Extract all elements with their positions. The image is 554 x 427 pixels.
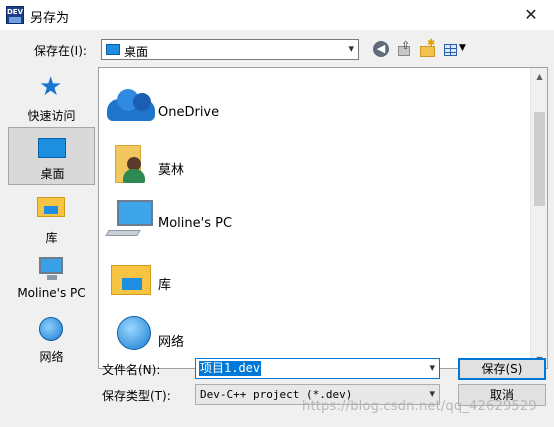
place-label: 桌面 (40, 167, 65, 181)
list-item-library[interactable]: 库 (105, 253, 525, 305)
place-library[interactable]: 库 (8, 193, 95, 245)
dev-cpp-app-icon: DEV (6, 6, 24, 24)
computer-icon (117, 200, 153, 226)
desktop-folder-icon (106, 44, 120, 55)
place-quick-access[interactable]: ★ 快速访问 (8, 71, 95, 127)
save-in-dropdown[interactable]: 桌面 ▾ (101, 39, 359, 60)
filename-input[interactable]: 项目1.dev ▾ (195, 358, 440, 379)
vertical-scrollbar[interactable]: ▲ ▼ (530, 68, 547, 368)
chevron-down-icon[interactable]: ▾ (429, 361, 435, 374)
chevron-down-icon[interactable]: ▾ (348, 42, 354, 55)
place-label: 快速访问 (27, 109, 76, 123)
onedrive-cloud-icon (107, 89, 155, 121)
place-this-pc[interactable]: Moline's PC (8, 253, 95, 303)
filename-value[interactable]: 项目1.dev (199, 361, 262, 376)
network-icon (39, 317, 63, 341)
save-button[interactable]: 保存(S) (458, 358, 546, 380)
list-item-onedrive[interactable]: OneDrive (105, 81, 525, 133)
library-icon (37, 197, 65, 217)
list-item-label: 莫林 (158, 163, 185, 178)
list-item-label: 网络 (158, 335, 185, 350)
scroll-up-icon[interactable]: ▲ (531, 68, 548, 85)
computer-icon (39, 257, 63, 280)
watermark-text: https://blog.csdn.net/qq_42629529 (302, 399, 537, 414)
place-label: Moline's PC (17, 286, 86, 300)
close-icon[interactable]: ✕ (508, 0, 554, 30)
window-title: 另存为 (30, 11, 70, 26)
place-desktop[interactable]: 桌面 (8, 127, 95, 185)
save-in-value: 桌面 (124, 45, 149, 59)
filetype-label: 保存类型(T): (102, 389, 171, 403)
view-menu-icon[interactable]: ▼ (443, 41, 473, 59)
list-item-label: Moline's PC (158, 216, 233, 231)
place-label: 网络 (39, 350, 64, 364)
place-network[interactable]: 网络 (8, 315, 95, 365)
list-item-label: 库 (158, 278, 172, 293)
new-folder-icon[interactable]: ✱ (419, 38, 437, 59)
list-item-this-pc[interactable]: Moline's PC (105, 196, 525, 248)
list-item-network[interactable]: 网络 (105, 310, 525, 362)
filename-label: 文件名(N): (102, 363, 161, 377)
file-list[interactable]: OneDrive 莫林 Moline's PC 库 网络 ▲ ▼ (98, 67, 548, 369)
network-icon (117, 316, 151, 350)
list-item-label: OneDrive (158, 105, 220, 120)
place-label: 库 (45, 231, 58, 245)
back-icon[interactable]: ◀ (373, 41, 391, 59)
up-folder-icon[interactable]: ⇧ (396, 39, 414, 59)
places-bar: ★ 快速访问 桌面 库 Moline's PC 网络 (7, 67, 96, 367)
library-icon (111, 265, 151, 295)
scrollbar-thumb[interactable] (534, 112, 545, 206)
title-bar: DEV 另存为 ✕ (0, 0, 554, 30)
desktop-icon (38, 138, 66, 158)
app-icon-text: DEV (7, 8, 24, 16)
dialog-body: 保存在(I): 桌面 ▾ ◀ ⇧ ✱ ▼ ★ 快速访问 桌面 库 Moline'… (0, 30, 554, 427)
quick-access-star-icon: ★ (39, 72, 63, 102)
list-item-user-folder[interactable]: 莫林 (105, 137, 525, 189)
save-in-label: 保存在(I): (34, 44, 87, 58)
